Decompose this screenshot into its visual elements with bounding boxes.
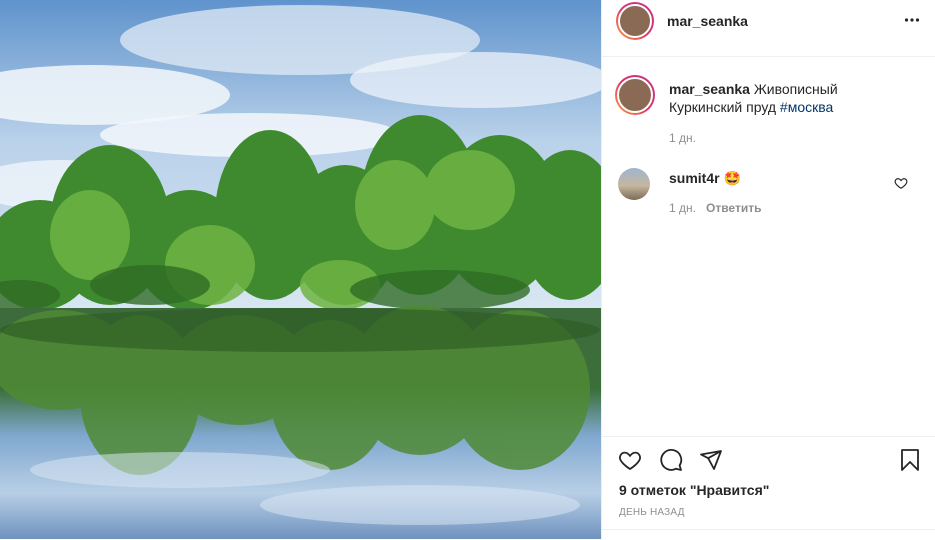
likes-count[interactable]: 9 отметок "Нравится": [619, 482, 769, 498]
commenter-avatar[interactable]: [618, 168, 650, 200]
caption-username[interactable]: mar_seanka: [669, 81, 750, 97]
comment-time[interactable]: 1 дн.: [669, 201, 696, 215]
caption-time[interactable]: 1 дн.: [669, 131, 696, 145]
comment-item: sumit4r 🤩: [669, 170, 741, 187]
caption-hashtag[interactable]: #москва: [780, 99, 833, 115]
lake-landscape-image: [0, 0, 601, 539]
post-date[interactable]: ДЕНЬ НАЗАД: [619, 507, 685, 518]
comment-like-heart-icon[interactable]: [894, 176, 908, 190]
author-username[interactable]: mar_seanka: [667, 13, 748, 29]
heart-icon[interactable]: [617, 448, 643, 472]
author-avatar[interactable]: [616, 2, 654, 40]
post-photo[interactable]: [0, 0, 601, 539]
caption-author-avatar[interactable]: [615, 75, 655, 115]
bookmark-icon[interactable]: [898, 448, 922, 472]
comment-username[interactable]: sumit4r: [669, 170, 720, 186]
more-horizontal-icon[interactable]: [904, 12, 920, 28]
post-header: mar_seanka: [602, 0, 935, 57]
comment-icon[interactable]: [658, 448, 684, 472]
comment-reply-button[interactable]: Ответить: [706, 201, 761, 215]
divider: [602, 529, 935, 530]
post-caption: mar_seanka Живописный Куркинский пруд #м…: [669, 80, 889, 116]
post-details-panel: mar_seanka mar_seanka Живописный Куркинс…: [601, 0, 935, 539]
share-icon[interactable]: [698, 448, 724, 472]
comment-emoji: 🤩: [723, 170, 741, 186]
